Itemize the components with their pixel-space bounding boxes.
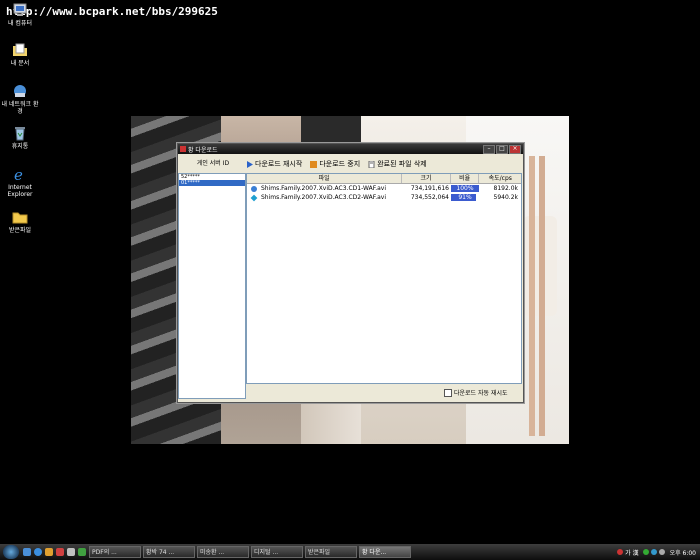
system-tray: 가 漢 오후 6:00: [617, 548, 700, 557]
table-row[interactable]: Shims.Family.2007.XviD.AC3.CD1-WAF.avi 7…: [247, 184, 521, 193]
taskbar-task[interactable]: PDF의 ...: [89, 546, 141, 558]
window-titlebar[interactable]: 황 다운로드 – □ ×: [178, 144, 523, 154]
delete-completed-button[interactable]: 완료된 파일 삭제: [368, 159, 427, 169]
progress-label: 91%: [458, 194, 472, 201]
maximize-button[interactable]: □: [496, 144, 508, 154]
desktop-icon-label: 내 네트워크 환경: [1, 101, 39, 115]
file-list: 파일 크기 비율 속도/cps Shims.Family.2007.XviD.A…: [246, 173, 522, 384]
progress-bar: 100%: [451, 185, 479, 192]
stop-icon: [310, 160, 318, 168]
close-button[interactable]: ×: [509, 144, 521, 154]
tray-icon[interactable]: [642, 549, 649, 555]
tray-icon[interactable]: [617, 549, 624, 555]
file-name: Shims.Family.2007.XviD.AC3.CD1-WAF.avi: [261, 185, 387, 192]
svg-text:e: e: [14, 166, 23, 182]
download-speed: 8192.0k: [493, 185, 518, 192]
download-speed: 5940.2k: [493, 194, 518, 201]
quicklaunch-app-icon[interactable]: [45, 548, 53, 556]
app-icon: [180, 146, 186, 152]
file-name: Shims.Family.2007.XviD.AC3.CD2-WAF.avi: [261, 194, 387, 201]
ime-indicator[interactable]: 가 漢: [625, 548, 638, 557]
download-window: 황 다운로드 – □ × 게인 서버 ID 다운로드 재시작 다운로드 중지 완…: [177, 143, 524, 403]
desktop-icon-recycle-bin[interactable]: 휴지통: [0, 125, 40, 150]
desktop-icon-received-files[interactable]: 받은파일: [0, 209, 40, 234]
file-size: 734,552,064: [410, 194, 449, 201]
column-ratio[interactable]: 비율: [451, 174, 480, 183]
internet-explorer-icon: e: [12, 166, 28, 184]
download-arrow-icon: [250, 194, 258, 201]
taskbar-task-active[interactable]: 황 다운...: [359, 546, 411, 558]
taskbar-task[interactable]: 디지털 ...: [251, 546, 303, 558]
stop-download-label: 다운로드 중지: [319, 160, 361, 168]
quicklaunch-app-icon[interactable]: [78, 548, 86, 556]
column-size[interactable]: 크기: [402, 174, 451, 183]
desktop-icon-label: 받은파일: [8, 227, 32, 234]
server-list: 52***** 01*****: [178, 173, 246, 399]
desktop-icon-label: 내 문서: [10, 60, 30, 67]
recycle-bin-icon: [12, 125, 28, 141]
desktop-icon-label: 내 컴퓨터: [8, 20, 32, 27]
quicklaunch-desktop-icon[interactable]: [23, 548, 31, 556]
network-icon: [12, 83, 28, 99]
quicklaunch-app-icon[interactable]: [56, 548, 64, 556]
desktop-icon-my-computer[interactable]: 내 컴퓨터: [0, 2, 40, 27]
server-id-header: 게인 서버 ID: [196, 160, 230, 167]
desktop-icon-internet-explorer[interactable]: e Internet Explorer: [0, 166, 40, 198]
start-button[interactable]: [3, 545, 19, 559]
clock[interactable]: 오후 6:00: [670, 548, 696, 557]
desktop-icon-network[interactable]: 내 네트워크 환경: [0, 83, 40, 115]
stop-download-button[interactable]: 다운로드 중지: [310, 159, 360, 169]
restart-download-label: 다운로드 재시작: [255, 160, 303, 168]
column-speed[interactable]: 속도/cps: [479, 174, 521, 183]
auto-resume-label: 다운로드 자동 재시도: [454, 390, 508, 397]
table-row[interactable]: Shims.Family.2007.XviD.AC3.CD2-WAF.avi 7…: [247, 193, 521, 202]
desktop-icon-label: 휴지통: [11, 143, 29, 150]
restart-download-button[interactable]: 다운로드 재시작: [246, 159, 302, 169]
progress-label: 100%: [456, 185, 474, 192]
my-documents-icon: [12, 42, 28, 58]
desktop-icon-my-documents[interactable]: 내 문서: [0, 42, 40, 67]
download-status-icon: [251, 185, 257, 192]
play-icon: [247, 160, 253, 168]
delete-completed-label: 완료된 파일 삭제: [377, 160, 427, 168]
desktop-icon-label: Internet Explorer: [7, 184, 33, 198]
taskbar-task[interactable]: 받은파일: [305, 546, 357, 558]
folder-icon: [12, 209, 28, 225]
window-title: 황 다운로드: [188, 146, 218, 154]
taskbar-task[interactable]: 미송환 ...: [197, 546, 249, 558]
minimize-button[interactable]: –: [483, 144, 495, 154]
my-computer-icon: [12, 2, 28, 18]
taskbar-task[interactable]: 황박 74 ...: [143, 546, 195, 558]
taskbar: PDF의 ... 황박 74 ... 미송환 ... 디지털 ... 받은파일 …: [0, 544, 700, 560]
tray-icon[interactable]: [650, 549, 657, 555]
file-list-header: 파일 크기 비율 속도/cps: [247, 174, 521, 184]
server-item-selected[interactable]: 01*****: [179, 180, 245, 186]
progress-bar: 91%: [451, 194, 479, 201]
document-delete-icon: [368, 160, 375, 168]
checkbox-box[interactable]: [444, 388, 452, 397]
file-size: 734,191,616: [410, 185, 449, 192]
quicklaunch-ie-icon[interactable]: [34, 548, 42, 556]
column-file[interactable]: 파일: [247, 174, 403, 183]
volume-icon[interactable]: [658, 549, 665, 555]
auto-resume-checkbox[interactable]: 다운로드 자동 재시도: [444, 388, 508, 397]
quicklaunch-app-icon[interactable]: [67, 548, 75, 556]
toolbar: 다운로드 재시작 다운로드 중지 완료된 파일 삭제: [246, 158, 435, 170]
